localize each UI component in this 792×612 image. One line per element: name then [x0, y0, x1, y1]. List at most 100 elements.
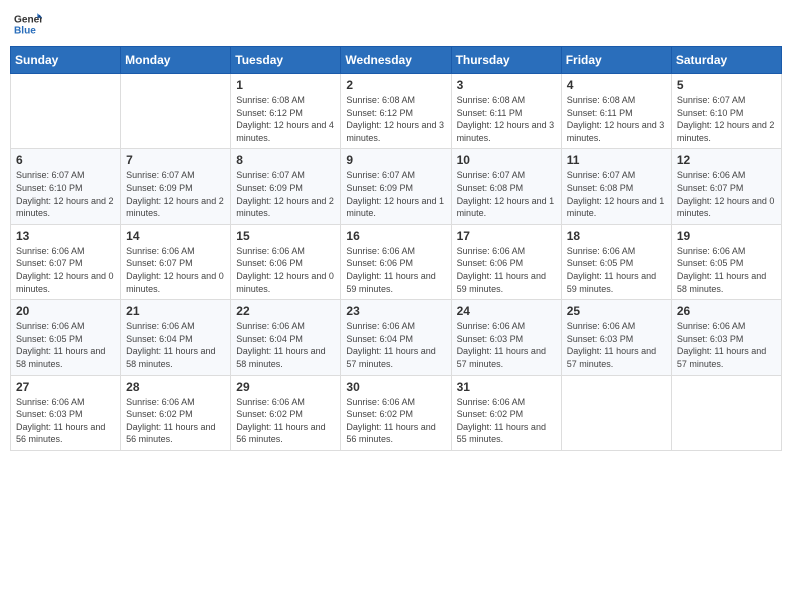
day-number: 23 — [346, 304, 445, 318]
calendar-week-1: 6 Sunrise: 6:07 AM Sunset: 6:10 PM Daylig… — [11, 149, 782, 224]
calendar-cell — [11, 74, 121, 149]
day-number: 2 — [346, 78, 445, 92]
day-number: 30 — [346, 380, 445, 394]
calendar-week-4: 27 Sunrise: 6:06 AM Sunset: 6:03 PM Dayli… — [11, 375, 782, 450]
day-detail: Sunrise: 6:08 AM Sunset: 6:12 PM Dayligh… — [346, 94, 445, 144]
day-number: 22 — [236, 304, 335, 318]
calendar-cell: 27 Sunrise: 6:06 AM Sunset: 6:03 PM Dayli… — [11, 375, 121, 450]
calendar-cell: 31 Sunrise: 6:06 AM Sunset: 6:02 PM Dayli… — [451, 375, 561, 450]
day-detail: Sunrise: 6:07 AM Sunset: 6:09 PM Dayligh… — [126, 169, 225, 219]
calendar-cell: 12 Sunrise: 6:06 AM Sunset: 6:07 PM Dayli… — [671, 149, 781, 224]
day-number: 12 — [677, 153, 776, 167]
calendar-cell: 5Sunrise: 6:07 AM Sunset: 6:10 PM Daylig… — [671, 74, 781, 149]
day-detail: Sunrise: 6:06 AM Sunset: 6:05 PM Dayligh… — [677, 245, 776, 295]
day-detail: Sunrise: 6:07 AM Sunset: 6:09 PM Dayligh… — [346, 169, 445, 219]
col-header-sunday: Sunday — [11, 47, 121, 74]
day-number: 8 — [236, 153, 335, 167]
day-number: 19 — [677, 229, 776, 243]
day-number: 6 — [16, 153, 115, 167]
day-detail: Sunrise: 6:06 AM Sunset: 6:04 PM Dayligh… — [236, 320, 335, 370]
day-number: 31 — [457, 380, 556, 394]
calendar-cell: 21Sunrise: 6:06 AM Sunset: 6:04 PM Dayli… — [121, 300, 231, 375]
col-header-saturday: Saturday — [671, 47, 781, 74]
day-detail: Sunrise: 6:07 AM Sunset: 6:08 PM Dayligh… — [567, 169, 666, 219]
day-number: 1 — [236, 78, 335, 92]
calendar-cell: 23Sunrise: 6:06 AM Sunset: 6:04 PM Dayli… — [341, 300, 451, 375]
calendar-week-3: 20 Sunrise: 6:06 AM Sunset: 6:05 PM Dayli… — [11, 300, 782, 375]
day-detail: Sunrise: 6:06 AM Sunset: 6:02 PM Dayligh… — [236, 396, 335, 446]
calendar-cell: 11 Sunrise: 6:07 AM Sunset: 6:08 PM Dayli… — [561, 149, 671, 224]
day-number: 29 — [236, 380, 335, 394]
day-number: 4 — [567, 78, 666, 92]
calendar-cell: 2 Sunrise: 6:08 AM Sunset: 6:12 PM Daylig… — [341, 74, 451, 149]
day-number: 27 — [16, 380, 115, 394]
day-detail: Sunrise: 6:06 AM Sunset: 6:06 PM Dayligh… — [457, 245, 556, 295]
day-detail: Sunrise: 6:06 AM Sunset: 6:02 PM Dayligh… — [126, 396, 225, 446]
day-number: 20 — [16, 304, 115, 318]
day-detail: Sunrise: 6:06 AM Sunset: 6:03 PM Dayligh… — [457, 320, 556, 370]
day-detail: Sunrise: 6:07 AM Sunset: 6:10 PM Dayligh… — [16, 169, 115, 219]
day-detail: Sunrise: 6:06 AM Sunset: 6:06 PM Dayligh… — [346, 245, 445, 295]
day-detail: Sunrise: 6:06 AM Sunset: 6:06 PM Dayligh… — [236, 245, 335, 295]
day-number: 28 — [126, 380, 225, 394]
calendar-cell: 20 Sunrise: 6:06 AM Sunset: 6:05 PM Dayli… — [11, 300, 121, 375]
day-detail: Sunrise: 6:06 AM Sunset: 6:02 PM Dayligh… — [457, 396, 556, 446]
calendar-cell: 7 Sunrise: 6:07 AM Sunset: 6:09 PM Daylig… — [121, 149, 231, 224]
day-detail: Sunrise: 6:08 AM Sunset: 6:11 PM Dayligh… — [457, 94, 556, 144]
calendar-cell: 9 Sunrise: 6:07 AM Sunset: 6:09 PM Daylig… — [341, 149, 451, 224]
day-detail: Sunrise: 6:07 AM Sunset: 6:08 PM Dayligh… — [457, 169, 556, 219]
calendar-cell: 18 Sunrise: 6:06 AM Sunset: 6:05 PM Dayli… — [561, 224, 671, 299]
calendar-cell: 1 Sunrise: 6:08 AM Sunset: 6:12 PM Daylig… — [231, 74, 341, 149]
calendar-cell — [121, 74, 231, 149]
col-header-monday: Monday — [121, 47, 231, 74]
col-header-tuesday: Tuesday — [231, 47, 341, 74]
day-number: 18 — [567, 229, 666, 243]
day-detail: Sunrise: 6:06 AM Sunset: 6:03 PM Dayligh… — [16, 396, 115, 446]
calendar-header-row: SundayMondayTuesdayWednesdayThursdayFrid… — [11, 47, 782, 74]
day-detail: Sunrise: 6:08 AM Sunset: 6:11 PM Dayligh… — [567, 94, 666, 144]
day-detail: Sunrise: 6:08 AM Sunset: 6:12 PM Dayligh… — [236, 94, 335, 144]
calendar-cell: 15 Sunrise: 6:06 AM Sunset: 6:06 PM Dayli… — [231, 224, 341, 299]
day-number: 14 — [126, 229, 225, 243]
calendar-cell: 22 Sunrise: 6:06 AM Sunset: 6:04 PM Dayli… — [231, 300, 341, 375]
col-header-friday: Friday — [561, 47, 671, 74]
calendar-cell: 13Sunrise: 6:06 AM Sunset: 6:07 PM Dayli… — [11, 224, 121, 299]
svg-text:Blue: Blue — [14, 25, 36, 36]
calendar-cell: 14 Sunrise: 6:06 AM Sunset: 6:07 PM Dayli… — [121, 224, 231, 299]
day-number: 26 — [677, 304, 776, 318]
day-detail: Sunrise: 6:06 AM Sunset: 6:02 PM Dayligh… — [346, 396, 445, 446]
day-number: 15 — [236, 229, 335, 243]
calendar-cell: 26 Sunrise: 6:06 AM Sunset: 6:03 PM Dayli… — [671, 300, 781, 375]
calendar-cell: 29 Sunrise: 6:06 AM Sunset: 6:02 PM Dayli… — [231, 375, 341, 450]
day-number: 10 — [457, 153, 556, 167]
day-number: 9 — [346, 153, 445, 167]
col-header-wednesday: Wednesday — [341, 47, 451, 74]
day-number: 3 — [457, 78, 556, 92]
day-number: 16 — [346, 229, 445, 243]
calendar-cell — [671, 375, 781, 450]
day-number: 11 — [567, 153, 666, 167]
day-detail: Sunrise: 6:06 AM Sunset: 6:05 PM Dayligh… — [16, 320, 115, 370]
calendar-cell: 19 Sunrise: 6:06 AM Sunset: 6:05 PM Dayli… — [671, 224, 781, 299]
logo-icon: General Blue — [14, 10, 42, 38]
day-detail: Sunrise: 6:07 AM Sunset: 6:09 PM Dayligh… — [236, 169, 335, 219]
calendar-cell: 4 Sunrise: 6:08 AM Sunset: 6:11 PM Daylig… — [561, 74, 671, 149]
calendar-cell: 6 Sunrise: 6:07 AM Sunset: 6:10 PM Daylig… — [11, 149, 121, 224]
calendar-cell: 16 Sunrise: 6:06 AM Sunset: 6:06 PM Dayli… — [341, 224, 451, 299]
calendar-cell: 30 Sunrise: 6:06 AM Sunset: 6:02 PM Dayli… — [341, 375, 451, 450]
day-number: 21 — [126, 304, 225, 318]
day-detail: Sunrise: 6:06 AM Sunset: 6:07 PM Dayligh… — [677, 169, 776, 219]
day-number: 5 — [677, 78, 776, 92]
calendar-cell: 3 Sunrise: 6:08 AM Sunset: 6:11 PM Daylig… — [451, 74, 561, 149]
calendar-cell: 25 Sunrise: 6:06 AM Sunset: 6:03 PM Dayli… — [561, 300, 671, 375]
day-number: 25 — [567, 304, 666, 318]
day-detail: Sunrise: 6:06 AM Sunset: 6:07 PM Dayligh… — [16, 245, 115, 295]
day-number: 7 — [126, 153, 225, 167]
day-detail: Sunrise: 6:06 AM Sunset: 6:03 PM Dayligh… — [567, 320, 666, 370]
calendar-week-2: 13Sunrise: 6:06 AM Sunset: 6:07 PM Dayli… — [11, 224, 782, 299]
day-detail: Sunrise: 6:06 AM Sunset: 6:05 PM Dayligh… — [567, 245, 666, 295]
day-detail: Sunrise: 6:06 AM Sunset: 6:07 PM Dayligh… — [126, 245, 225, 295]
day-detail: Sunrise: 6:06 AM Sunset: 6:03 PM Dayligh… — [677, 320, 776, 370]
col-header-thursday: Thursday — [451, 47, 561, 74]
calendar-cell: 8 Sunrise: 6:07 AM Sunset: 6:09 PM Daylig… — [231, 149, 341, 224]
